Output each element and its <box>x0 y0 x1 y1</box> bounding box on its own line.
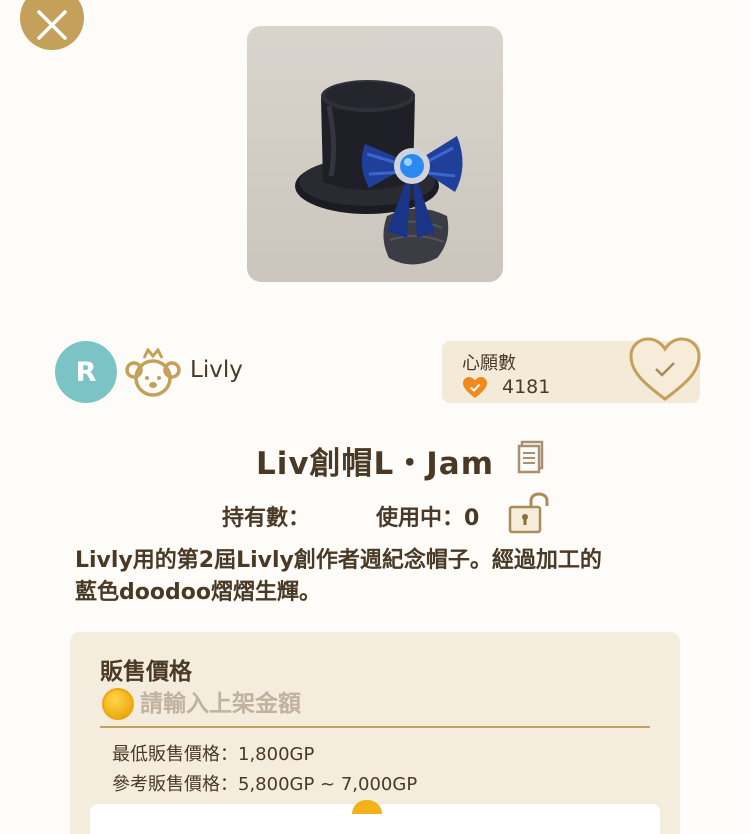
close-button[interactable] <box>20 0 84 50</box>
price-input[interactable] <box>140 686 640 722</box>
brand-name[interactable]: Livly <box>190 357 243 383</box>
document-icon[interactable] <box>517 440 545 474</box>
wishlist-label: 心願數 <box>462 353 516 374</box>
wishlist-count: 4181 <box>502 376 551 398</box>
sell-price-panel: 販售價格 最低販售價格：1,800GP 參考販售價格：5,800GP ~ 7,0… <box>70 632 680 834</box>
owned-count: 持有數： <box>222 506 311 531</box>
sell-price-title: 販售價格 <box>100 659 192 685</box>
description-line-2: 藍色doodoo熠熠生輝。 <box>75 580 321 605</box>
min-price-text: 最低販售價格：1,800GP <box>112 744 315 765</box>
item-title: Liv創帽L・Jam <box>255 446 495 482</box>
avatar-letter: R <box>75 356 97 388</box>
heart-count-icon <box>463 377 487 398</box>
gp-coin-icon <box>102 688 134 720</box>
in-use-count: 使用中：0 <box>376 506 480 531</box>
close-icon <box>37 10 67 40</box>
title-row: Liv創帽L・Jam <box>0 438 750 483</box>
description-line-1: Livly用的第2屆Livly創作者週紀念帽子。經過加工的 <box>75 548 602 573</box>
unlock-icon[interactable] <box>507 492 551 534</box>
summary-card <box>90 800 660 834</box>
reference-price-text: 參考販售價格：5,800GP ~ 7,000GP <box>112 774 418 795</box>
item-image-card <box>247 26 503 282</box>
item-description: Livly用的第2屆Livly創作者週紀念帽子。經過加工的 藍色doodoo熠熠… <box>75 545 675 609</box>
heart-check-icon[interactable] <box>628 336 702 404</box>
gp-coin-icon <box>352 800 382 814</box>
top-hat-image <box>295 80 463 265</box>
creator-avatar[interactable]: R <box>55 341 117 403</box>
bear-crown-icon <box>125 348 181 397</box>
input-underline <box>100 726 650 728</box>
